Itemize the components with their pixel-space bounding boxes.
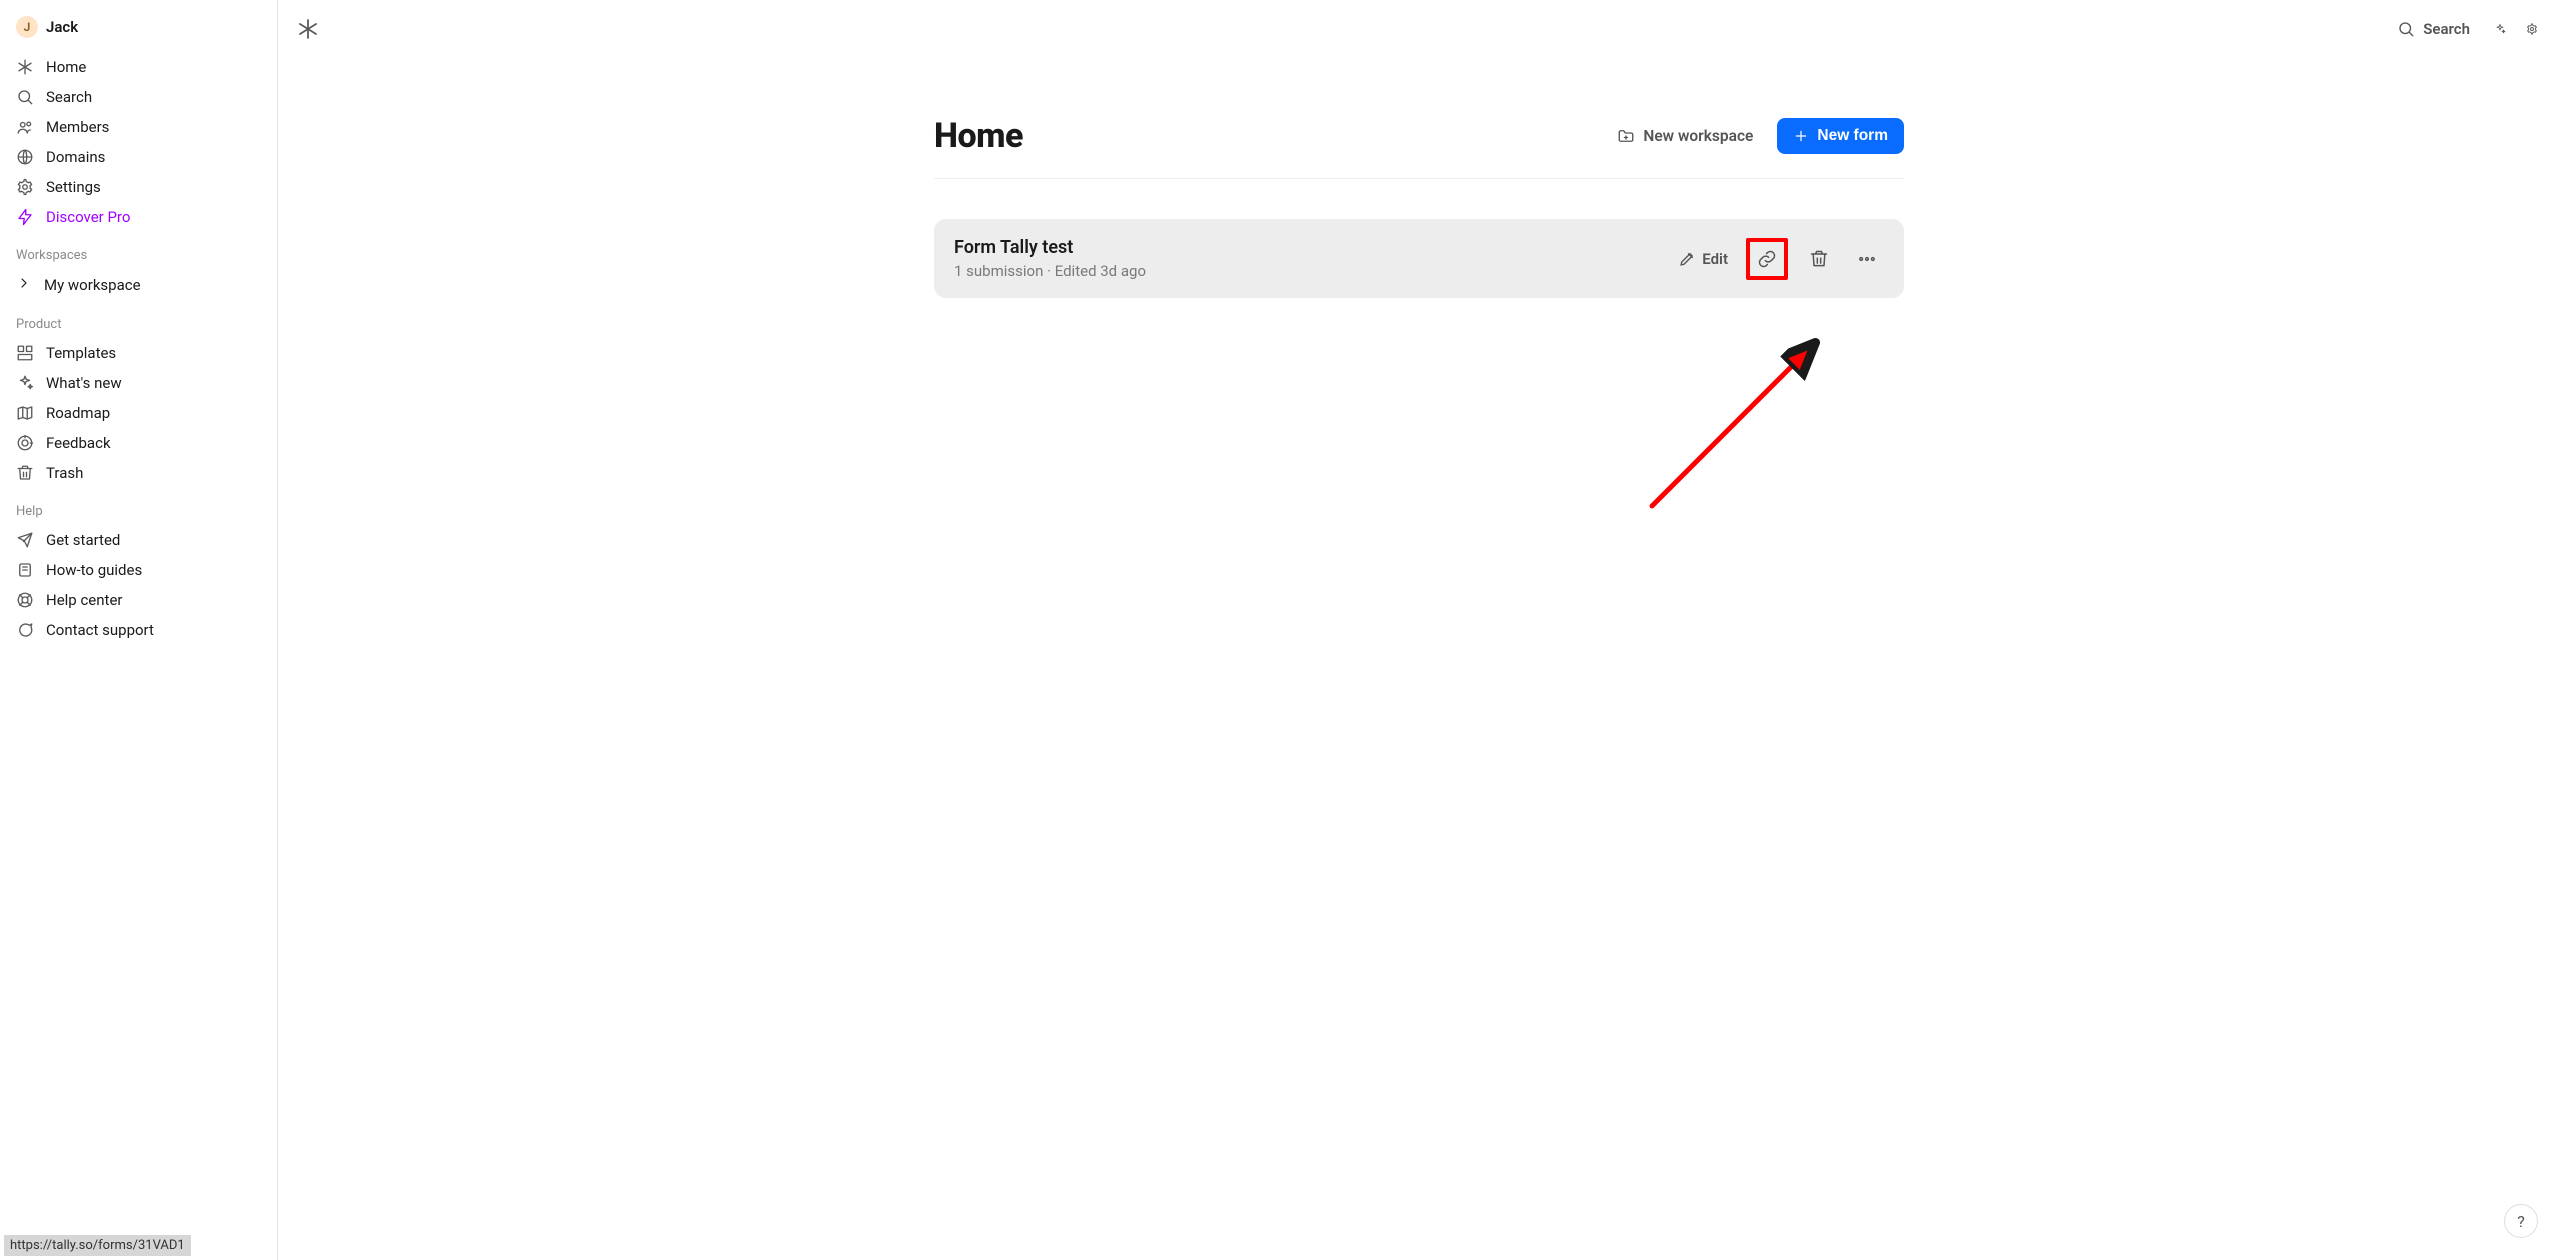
nav-label: Contact support	[46, 621, 154, 639]
nav-feedback[interactable]: Feedback	[6, 428, 271, 458]
nav-label: Trash	[46, 464, 83, 482]
content-header: Home New workspace New form	[934, 116, 1904, 179]
gear-icon	[16, 178, 34, 196]
members-icon	[16, 118, 34, 136]
map-icon	[16, 404, 34, 422]
form-meta: Form Tally test 1 submission · Edited 3d…	[954, 237, 1146, 280]
nav-label: Roadmap	[46, 404, 110, 422]
nav-label: How-to guides	[46, 561, 142, 579]
help-fab-label: ?	[2517, 1212, 2525, 1231]
nav-search[interactable]: Search	[6, 82, 271, 112]
nav-settings[interactable]: Settings	[6, 172, 271, 202]
settings-button[interactable]	[2522, 19, 2542, 39]
nav-roadmap[interactable]: Roadmap	[6, 398, 271, 428]
form-card[interactable]: Form Tally test 1 submission · Edited 3d…	[934, 219, 1904, 298]
top-search[interactable]: Search	[2389, 14, 2478, 44]
nav-home[interactable]: Home	[6, 52, 271, 82]
lightning-icon	[16, 208, 34, 226]
section-product: Product	[6, 301, 271, 338]
nav-label: Settings	[46, 178, 101, 196]
nav-templates[interactable]: Templates	[6, 338, 271, 368]
new-workspace-button[interactable]: New workspace	[1607, 119, 1763, 153]
top-search-label: Search	[2423, 20, 2470, 38]
nav-label: Members	[46, 118, 109, 136]
nav-label: Domains	[46, 148, 105, 166]
search-icon	[2397, 20, 2415, 38]
sparkles-icon	[16, 374, 34, 392]
trash-icon	[1809, 249, 1829, 269]
nav-label: Help center	[46, 591, 122, 609]
nav-members[interactable]: Members	[6, 112, 271, 142]
app-logo-icon[interactable]	[296, 17, 320, 41]
nav-howto[interactable]: How-to guides	[6, 555, 271, 585]
edit-label: Edit	[1702, 250, 1728, 268]
nav-discover-pro[interactable]: Discover Pro	[6, 202, 271, 232]
share-link-button[interactable]	[1746, 238, 1788, 280]
new-form-button[interactable]: New form	[1777, 118, 1904, 154]
lifebuoy-icon	[16, 591, 34, 609]
nav-trash[interactable]: Trash	[6, 458, 271, 488]
trash-icon	[16, 464, 34, 482]
globe-icon	[16, 148, 34, 166]
nav-label: Feedback	[46, 434, 111, 452]
user-menu[interactable]: J Jack	[6, 8, 271, 46]
nav-whats-new[interactable]: What's new	[6, 368, 271, 398]
nav-domains[interactable]: Domains	[6, 142, 271, 172]
form-subtitle: 1 submission · Edited 3d ago	[954, 262, 1146, 280]
status-bar-url: https://tally.so/forms/31VAD1	[4, 1235, 191, 1256]
new-workspace-label: New workspace	[1643, 127, 1753, 145]
section-workspaces: Workspaces	[6, 232, 271, 269]
avatar: J	[16, 16, 38, 38]
primary-nav: Home Search Members Domains Settings	[6, 52, 271, 232]
new-form-label: New form	[1817, 127, 1888, 145]
topbar: Search	[278, 0, 2560, 44]
main: Search Home New workspace	[278, 0, 2560, 1260]
book-icon	[16, 561, 34, 579]
nav-label: Discover Pro	[46, 208, 130, 226]
more-button[interactable]	[1850, 242, 1884, 276]
header-actions: New workspace New form	[1607, 118, 1904, 154]
content: Home New workspace New form Form T	[922, 116, 1916, 298]
help-fab[interactable]: ?	[2504, 1204, 2538, 1238]
nav-help-center[interactable]: Help center	[6, 585, 271, 615]
asterisk-icon	[16, 58, 34, 76]
nav-contact[interactable]: Contact support	[6, 615, 271, 645]
more-horizontal-icon	[1857, 249, 1877, 269]
pencil-icon	[1678, 250, 1696, 268]
templates-icon	[16, 344, 34, 362]
folder-plus-icon	[1617, 127, 1635, 145]
page-title: Home	[934, 116, 1023, 156]
target-icon	[16, 434, 34, 452]
nav-label: Get started	[46, 531, 120, 549]
nav-label: Search	[46, 88, 92, 106]
delete-button[interactable]	[1802, 242, 1836, 276]
section-help: Help	[6, 488, 271, 525]
search-icon	[16, 88, 34, 106]
workspace-item[interactable]: My workspace	[6, 269, 271, 301]
send-icon	[16, 531, 34, 549]
user-name: Jack	[46, 18, 78, 36]
edit-button[interactable]: Edit	[1674, 246, 1732, 272]
chat-icon	[16, 621, 34, 639]
nav-label: Home	[46, 58, 86, 76]
ai-sparkles-button[interactable]	[2490, 19, 2510, 39]
card-actions: Edit	[1674, 238, 1884, 280]
nav-label: Templates	[46, 344, 116, 362]
chevron-right-icon	[16, 275, 32, 295]
form-title: Form Tally test	[954, 237, 1146, 258]
nav-get-started[interactable]: Get started	[6, 525, 271, 555]
link-icon	[1757, 249, 1777, 269]
workspace-label: My workspace	[44, 276, 141, 294]
sidebar: J Jack Home Search Members	[0, 0, 278, 1260]
plus-icon	[1793, 128, 1809, 144]
annotation-arrow	[1642, 316, 1842, 516]
nav-label: What's new	[46, 374, 122, 392]
